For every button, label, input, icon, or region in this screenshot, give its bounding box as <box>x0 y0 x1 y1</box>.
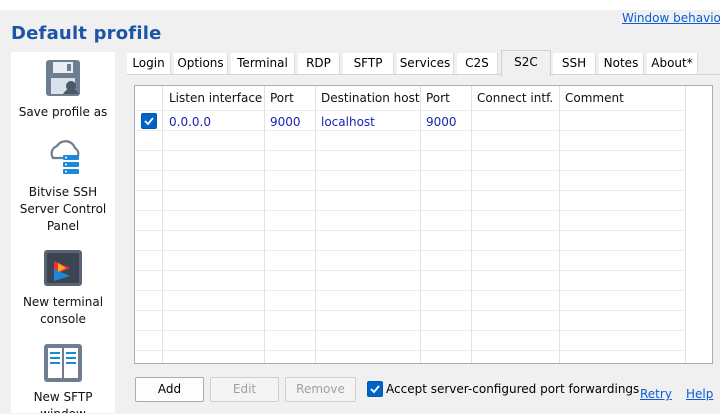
tab-c2s[interactable]: C2S <box>457 53 498 74</box>
tab-about[interactable]: About* <box>647 53 698 74</box>
server-control-panel-icon <box>43 138 83 178</box>
column-header-listen-interface[interactable]: Listen interface <box>169 91 262 105</box>
column-header-connect-intf[interactable]: Connect intf. <box>477 91 553 105</box>
tab-options[interactable]: Options <box>174 53 228 74</box>
row-divider <box>135 130 685 131</box>
save-profile-as-button[interactable]: Save profile as <box>11 58 115 121</box>
terminal-console-icon <box>43 248 83 288</box>
row-divider <box>135 270 685 271</box>
tab-notes[interactable]: Notes <box>599 53 644 74</box>
accept-forwardings-checkbox[interactable] <box>367 381 383 397</box>
column-separator <box>264 86 265 363</box>
retry-link[interactable]: Retry <box>640 387 672 401</box>
column-separator <box>471 86 472 363</box>
help-link[interactable]: Help <box>686 387 713 401</box>
tab-s2c[interactable]: S2C <box>501 50 551 76</box>
column-header-destination-host[interactable]: Destination host <box>321 91 420 105</box>
table-cell-destination-port[interactable]: 9000 <box>426 115 457 129</box>
accept-forwardings-label[interactable]: Accept server-configured port forwarding… <box>386 382 639 396</box>
row-divider <box>135 230 685 231</box>
tab-ssh[interactable]: SSH <box>553 53 596 74</box>
row-divider <box>135 310 685 311</box>
server-control-panel-button[interactable]: Bitvise SSH Server Control Panel <box>11 138 115 235</box>
tab-terminal[interactable]: Terminal <box>231 53 295 74</box>
remove-button[interactable]: Remove <box>285 377 356 402</box>
new-terminal-console-button[interactable]: New terminal console <box>11 248 115 328</box>
row-divider <box>135 170 685 171</box>
sidebar-item-label: New terminal console <box>22 295 104 326</box>
table-cell-port[interactable]: 9000 <box>270 115 301 129</box>
tab-login[interactable]: Login <box>127 53 171 74</box>
table-scroll-area <box>685 86 712 363</box>
tab-services[interactable]: Services <box>397 53 454 74</box>
page-title: Default profile <box>11 23 162 44</box>
column-header-destination-port[interactable]: Port <box>426 91 450 105</box>
tab-sftp[interactable]: SFTP <box>343 53 394 74</box>
sidebar-item-label: New SFTP window <box>33 390 93 413</box>
sftp-window-icon <box>43 343 83 383</box>
save-profile-icon <box>43 58 83 98</box>
new-sftp-window-button[interactable]: New SFTP window <box>11 343 115 413</box>
port-forwarding-table[interactable]: Listen interface Port Destination host P… <box>134 85 713 364</box>
top-strip <box>0 0 720 10</box>
tab-rdp[interactable]: RDP <box>298 53 340 74</box>
row-divider <box>135 190 685 191</box>
row-enabled-checkbox[interactable] <box>141 113 157 129</box>
column-header-comment[interactable]: Comment <box>565 91 624 105</box>
column-separator <box>559 86 560 363</box>
sidebar-item-label: Save profile as <box>18 105 108 119</box>
table-cell-listen-interface[interactable]: 0.0.0.0 <box>169 115 211 129</box>
sidebar-item-label: Bitvise SSH Server Control Panel <box>19 185 107 233</box>
column-header-port[interactable]: Port <box>270 91 294 105</box>
row-divider <box>135 290 685 291</box>
row-divider <box>135 150 685 151</box>
row-divider <box>135 110 685 111</box>
table-cell-destination-host[interactable]: localhost <box>321 115 375 129</box>
add-button[interactable]: Add <box>135 377 204 402</box>
sidebar: Save profile as Bitvise SSH Server Contr… <box>11 52 115 413</box>
column-separator <box>315 86 316 363</box>
window-behavior-link[interactable]: Window behavior <box>622 11 720 25</box>
row-divider <box>135 210 685 211</box>
edit-button[interactable]: Edit <box>210 377 279 402</box>
row-divider <box>135 330 685 331</box>
row-divider <box>135 350 685 351</box>
column-separator <box>162 86 163 363</box>
row-divider <box>135 250 685 251</box>
column-separator <box>420 86 421 363</box>
